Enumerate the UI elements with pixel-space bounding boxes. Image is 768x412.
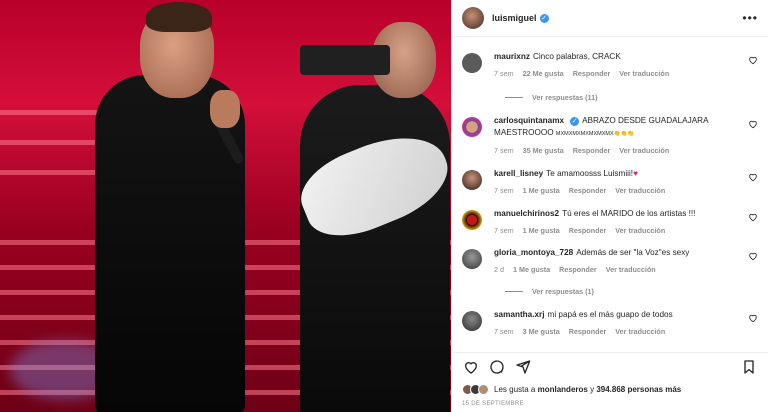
comment-item: gloria_montoya_728 Además de ser "la Voz"…	[462, 247, 758, 274]
comment-time: 2 d	[494, 265, 504, 274]
translate-button[interactable]: Ver traducción	[619, 69, 669, 78]
reply-button[interactable]: Responder	[573, 146, 611, 155]
like-heart-icon[interactable]	[748, 119, 758, 129]
singer-hair	[146, 2, 212, 32]
post-action-bar	[452, 352, 768, 380]
comment-time: 7 sem	[494, 327, 514, 336]
post-date: 15 DE SEPTIEMBRE	[462, 401, 524, 407]
comment-item: carlosquintanamx ✓ ABRAZO DESDE GUADALAJAR…	[462, 115, 758, 155]
bookmark-icon[interactable]	[740, 358, 758, 376]
verified-badge-icon: ✓	[539, 13, 549, 23]
reply-button[interactable]: Responder	[569, 327, 607, 336]
comment-avatar[interactable]	[462, 53, 482, 73]
translate-button[interactable]: Ver traducción	[615, 226, 665, 235]
comment-time: 7 sem	[494, 69, 514, 78]
comment-item: karell_lisney Te amamoosss Luismiii!♥ 7 s…	[462, 168, 758, 195]
translate-button[interactable]: Ver traducción	[615, 327, 665, 336]
view-replies-button[interactable]: Ver respuestas (1)	[505, 287, 758, 296]
post-photo[interactable]	[0, 0, 451, 412]
post-viewer: luismiguel ✓ ••• maurixnz Cinco palabras,…	[0, 0, 768, 412]
share-send-icon[interactable]	[514, 358, 532, 376]
comment-likes[interactable]: 3 Me gusta	[523, 327, 560, 336]
likes-summary: Les gusta a monlanderos y 394.868 person…	[462, 384, 681, 395]
comment-item: samantha.xrj mi papá es el más guapo de t…	[462, 309, 758, 336]
camera-rig	[300, 45, 390, 75]
comment-item: maurixnz Cinco palabras, CRACK 7 sem 22 M…	[462, 51, 758, 78]
comment-text: Te amamoosss Luismiii!	[546, 169, 634, 178]
translate-button[interactable]: Ver traducción	[606, 265, 656, 274]
comment-time: 7 sem	[494, 146, 514, 155]
like-heart-icon[interactable]	[462, 358, 480, 376]
likes-prefix: Les gusta a	[494, 385, 536, 394]
reply-button[interactable]: Responder	[573, 69, 611, 78]
comment-avatar[interactable]	[462, 249, 482, 269]
view-replies-label[interactable]: Ver respuestas (1)	[532, 287, 594, 296]
post-header: luismiguel ✓ •••	[452, 0, 768, 37]
translate-button[interactable]: Ver traducción	[615, 186, 665, 195]
comment-likes[interactable]: 1 Me gusta	[523, 226, 560, 235]
comment-likes[interactable]: 35 Me gusta	[523, 146, 564, 155]
comment-username[interactable]: maurixnz	[494, 52, 530, 61]
view-replies-label[interactable]: Ver respuestas (11)	[532, 93, 598, 102]
comment-text-extra: MXMXMXMXMXMXMX👏👏👏	[555, 131, 635, 137]
bassist-figure	[300, 85, 450, 412]
comment-username[interactable]: gloria_montoya_728	[494, 248, 573, 257]
comments-panel: luismiguel ✓ ••• maurixnz Cinco palabras,…	[451, 0, 768, 412]
likes-user-link[interactable]: monlanderos	[538, 385, 588, 394]
comment-likes[interactable]: 1 Me gusta	[513, 265, 550, 274]
comment-meta: 7 sem 1 Me gusta Responder Ver traducció…	[494, 186, 665, 195]
verified-badge-icon: ✓	[570, 117, 580, 126]
comment-time: 7 sem	[494, 186, 514, 195]
reply-button[interactable]: Responder	[569, 186, 607, 195]
comment-meta: 7 sem 1 Me gusta Responder Ver traducció…	[494, 226, 695, 235]
stage-light-stripe	[0, 170, 110, 175]
likes-mid: y	[590, 385, 595, 394]
comment-avatar[interactable]	[462, 210, 482, 230]
liker-avatar[interactable]	[478, 384, 489, 395]
comment-list: maurixnz Cinco palabras, CRACK 7 sem 22 M…	[452, 51, 768, 336]
comment-text: Cinco palabras, CRACK	[532, 52, 621, 61]
comment-likes[interactable]: 22 Me gusta	[523, 69, 564, 78]
comment-username[interactable]: carlosquintanamx	[494, 116, 564, 125]
comment-meta: 7 sem 22 Me gusta Responder Ver traducci…	[494, 69, 669, 78]
comment-username[interactable]: samantha.xrj	[494, 310, 545, 319]
comment-likes[interactable]: 1 Me gusta	[523, 186, 560, 195]
like-heart-icon[interactable]	[748, 55, 758, 65]
likes-text: Les gusta a monlanderos y 394.868 person…	[494, 385, 681, 394]
red-heart-emoji: ♥	[633, 169, 638, 178]
comment-meta: 2 d 1 Me gusta Responder Ver traducción	[494, 265, 689, 274]
comment-avatar[interactable]	[462, 170, 482, 190]
comment-meta: 7 sem 3 Me gusta Responder Ver traducció…	[494, 327, 673, 336]
like-heart-icon[interactable]	[748, 172, 758, 182]
comment-avatar[interactable]	[462, 311, 482, 331]
replies-divider	[505, 97, 523, 98]
comment-username[interactable]: karell_lisney	[494, 169, 543, 178]
comment-item: manuelchirinos2 Tú eres el MARIDO de los …	[462, 208, 758, 235]
singer-hand	[210, 90, 240, 128]
comment-text: Además de ser "la Voz"es sexy	[576, 248, 690, 257]
post-username[interactable]: luismiguel	[492, 13, 537, 23]
view-replies-button[interactable]: Ver respuestas (11)	[505, 93, 758, 102]
comment-time: 7 sem	[494, 226, 514, 235]
comment-text: mi papá es el más guapo de todos	[547, 310, 673, 319]
like-heart-icon[interactable]	[748, 251, 758, 261]
likes-count-link[interactable]: 394.868 personas más	[596, 385, 681, 394]
translate-button[interactable]: Ver traducción	[619, 146, 669, 155]
comment-text: Tú eres el MARIDO de los artistas !!!	[562, 209, 696, 218]
comment-bubble-icon[interactable]	[488, 358, 506, 376]
replies-divider	[505, 291, 523, 292]
profile-avatar[interactable]	[462, 7, 484, 29]
reply-button[interactable]: Responder	[569, 226, 607, 235]
like-heart-icon[interactable]	[748, 212, 758, 222]
comment-meta: 7 sem 35 Me gusta Responder Ver traducci…	[494, 146, 740, 155]
comment-username[interactable]: manuelchirinos2	[494, 209, 559, 218]
reply-button[interactable]: Responder	[559, 265, 597, 274]
like-heart-icon[interactable]	[748, 313, 758, 323]
comment-avatar[interactable]	[462, 117, 482, 137]
more-options-icon[interactable]: •••	[742, 11, 758, 25]
